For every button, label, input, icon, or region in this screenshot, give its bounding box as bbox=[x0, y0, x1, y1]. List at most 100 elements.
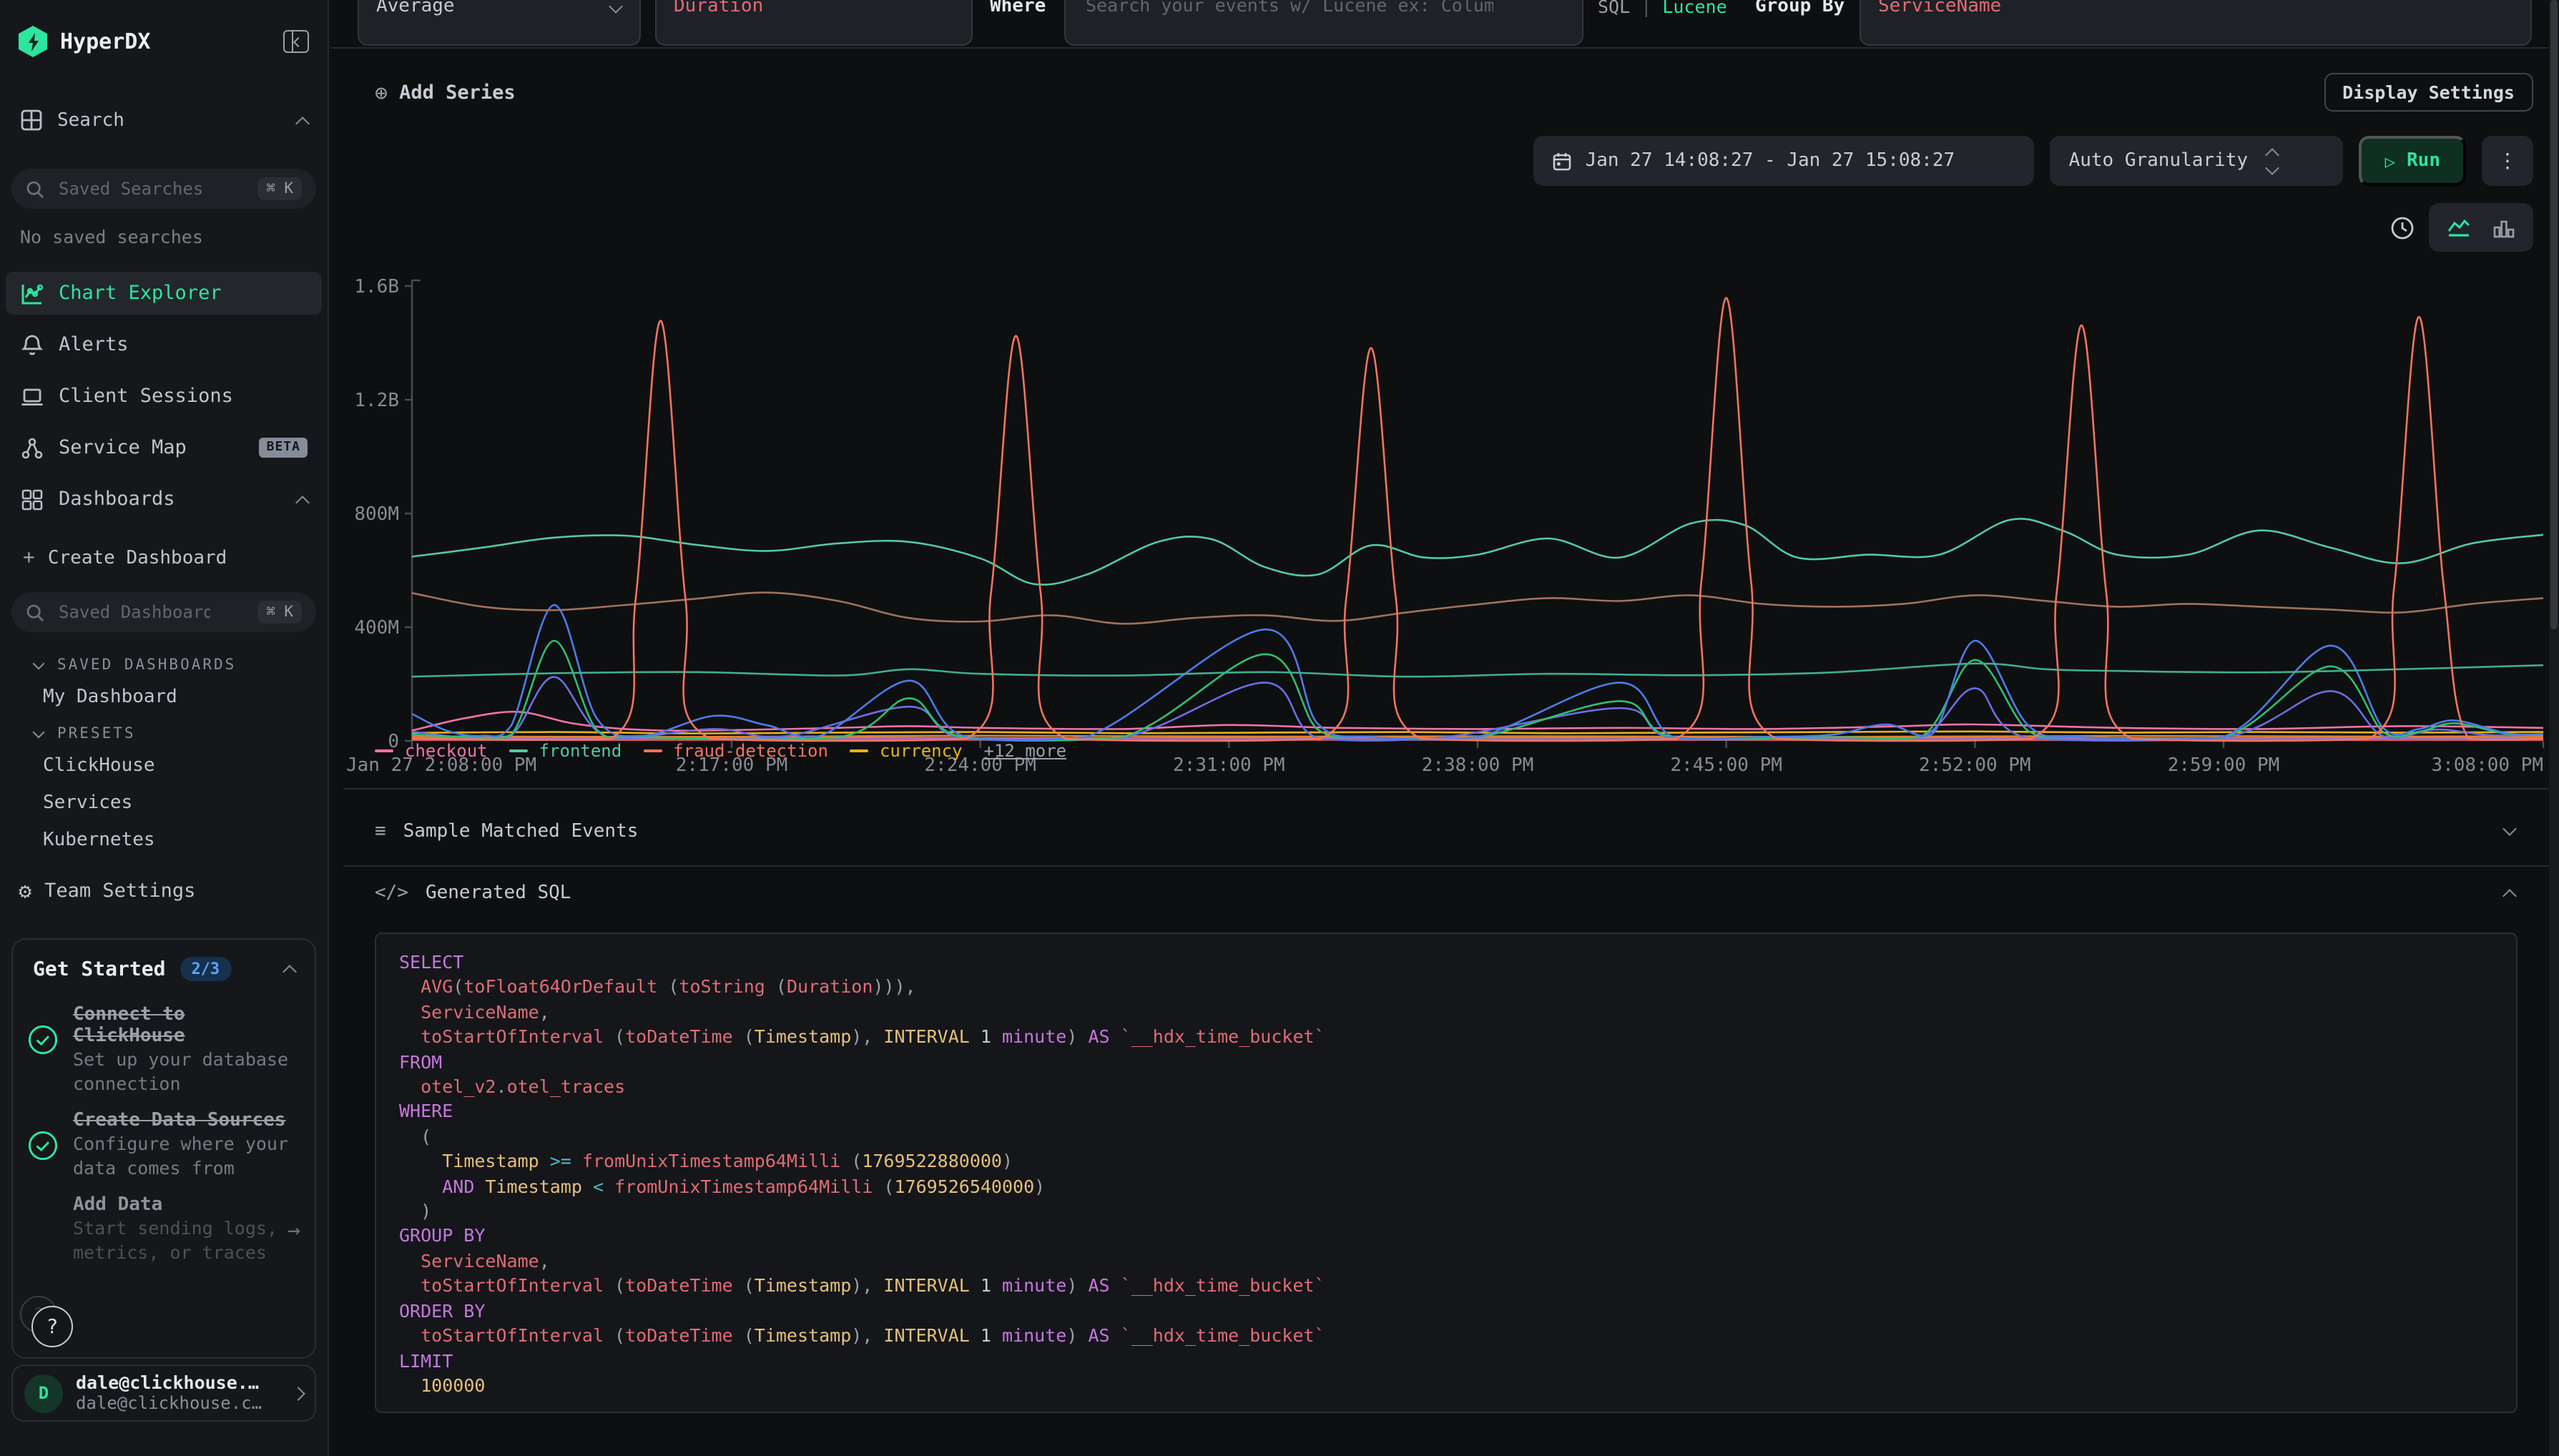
dashboard-item-my-dashboard[interactable]: My Dashboard bbox=[0, 678, 328, 715]
sql-line: Timestamp >= fromUnixTimestamp64Milli (1… bbox=[399, 1149, 2493, 1174]
sql-line: SELECT bbox=[399, 950, 2493, 975]
clock-icon[interactable] bbox=[2390, 215, 2415, 240]
search-icon bbox=[26, 603, 44, 621]
legend-swatch bbox=[643, 749, 662, 753]
sql-line: AND Timestamp < fromUnixTimestamp64Milli… bbox=[399, 1174, 2493, 1199]
generated-sql-code[interactable]: SELECT AVG(toFloat64OrDefault (toString … bbox=[375, 933, 2518, 1413]
check-circle-icon bbox=[27, 1110, 62, 1180]
service-map-icon bbox=[20, 436, 44, 460]
chevron-down-icon bbox=[33, 726, 45, 738]
legend-label: checkout bbox=[405, 741, 488, 761]
aggregation-select[interactable]: Average bbox=[358, 0, 641, 46]
sidebar-item-label: Client Sessions bbox=[59, 385, 233, 408]
no-saved-searches-text: No saved searches bbox=[0, 226, 328, 249]
run-button[interactable]: ▷ Run bbox=[2359, 136, 2466, 186]
query-bar: Average Duration Where SQL | Lucene Grou… bbox=[330, 0, 2559, 49]
step-desc: Start sending logs, metrics, or traces bbox=[73, 1216, 288, 1264]
group-label: PRESETS bbox=[57, 725, 136, 742]
field-input[interactable]: Duration bbox=[655, 0, 973, 46]
chevron-up-icon bbox=[283, 965, 297, 979]
scrollbar[interactable] bbox=[2549, 0, 2559, 1456]
lucene-option[interactable]: Lucene bbox=[1662, 0, 1727, 17]
laptop-icon bbox=[20, 384, 44, 408]
legend-more-link[interactable]: +12 more bbox=[984, 741, 1067, 761]
sidebar-item-search[interactable]: Search bbox=[0, 94, 328, 146]
user-name: dale@clickhouse.… bbox=[76, 1373, 262, 1393]
get-started-header[interactable]: Get Started 2/3 bbox=[13, 940, 315, 990]
series-toolbar: ⊕ Add Series Display Settings bbox=[330, 49, 2559, 134]
get-started-title: Get Started bbox=[33, 958, 165, 980]
granularity-value: Auto Granularity bbox=[2069, 150, 2248, 172]
more-options-button[interactable]: ⋮ bbox=[2482, 136, 2533, 186]
timeseries-chart[interactable]: 0400M800M1.2B1.6BJan 27 2:08:00 PM2:17:0… bbox=[343, 275, 2559, 790]
sidebar-item-service-map[interactable]: Service Map BETA bbox=[6, 426, 322, 469]
add-series-label: Add Series bbox=[399, 82, 516, 104]
saved-dashboards-input[interactable]: ⌘ K bbox=[11, 592, 316, 632]
sql-line: ServiceName, bbox=[399, 1000, 2493, 1025]
calendar-icon bbox=[1553, 151, 1573, 171]
sidebar-item-client-sessions[interactable]: Client Sessions bbox=[6, 375, 322, 418]
sidebar-item-team-settings[interactable]: ⚙ Team Settings bbox=[0, 870, 328, 913]
line-chart-icon[interactable] bbox=[2446, 215, 2472, 240]
generated-sql-section[interactable]: </> Generated SQL bbox=[330, 854, 2559, 931]
legend-item-currency[interactable]: currency bbox=[850, 741, 963, 761]
preset-item-kubernetes[interactable]: Kubernetes bbox=[0, 821, 328, 858]
group-by-input[interactable]: ServiceName bbox=[1860, 0, 2532, 46]
grid-icon bbox=[20, 109, 43, 132]
saved-dashboards-group[interactable]: SAVED DASHBOARDS bbox=[0, 652, 328, 678]
time-controls: Jan 27 14:08:27 - Jan 27 15:08:27 Auto G… bbox=[1534, 136, 2533, 186]
get-started-step-2[interactable]: Create Data Sources Configure where your… bbox=[27, 1110, 300, 1180]
add-series-button[interactable]: ⊕ Add Series bbox=[375, 80, 516, 106]
presets-group[interactable]: PRESETS bbox=[0, 721, 328, 747]
time-range-picker[interactable]: Jan 27 14:08:27 - Jan 27 15:08:27 bbox=[1534, 136, 2035, 186]
sidebar: HyperDX Search ⌘ K No saved searches Cha… bbox=[0, 0, 329, 1456]
chevron-up-icon bbox=[295, 116, 310, 130]
chart-legend: checkout frontend fraud-detection currency +… bbox=[375, 741, 1066, 761]
sidebar-collapse-icon[interactable] bbox=[283, 30, 309, 53]
granularity-select[interactable]: Auto Granularity bbox=[2050, 136, 2344, 186]
avatar: D bbox=[24, 1374, 63, 1412]
sidebar-item-chart-explorer[interactable]: Chart Explorer bbox=[6, 272, 322, 315]
search-query-field[interactable] bbox=[1083, 0, 1496, 17]
sidebar-item-label: Search bbox=[57, 109, 124, 131]
saved-searches-input[interactable]: ⌘ K bbox=[11, 169, 316, 209]
beta-badge: BETA bbox=[260, 438, 308, 458]
divider bbox=[343, 788, 2559, 790]
sidebar-item-dashboards[interactable]: Dashboards bbox=[6, 478, 322, 521]
chevron-up-icon bbox=[2502, 888, 2517, 902]
get-started-step-1[interactable]: Connect to ClickHouse Set up your databa… bbox=[27, 1004, 300, 1096]
search-query-input[interactable] bbox=[1064, 0, 1583, 46]
sidebar-item-label: Service Map bbox=[59, 436, 187, 459]
bar-chart-icon[interactable] bbox=[2492, 215, 2516, 240]
progress-badge: 2/3 bbox=[180, 957, 231, 981]
section-title: Generated SQL bbox=[426, 882, 571, 903]
legend-item-fraud-detection[interactable]: fraud-detection bbox=[643, 741, 828, 761]
legend-swatch bbox=[509, 749, 528, 753]
sidebar-item-label: Team Settings bbox=[44, 880, 195, 902]
sql-line: GROUP BY bbox=[399, 1224, 2493, 1249]
saved-searches-field[interactable] bbox=[56, 177, 213, 200]
scrollbar-thumb[interactable] bbox=[2550, 0, 2558, 629]
where-label: Where bbox=[990, 0, 1046, 17]
help-button[interactable]: ? bbox=[31, 1306, 73, 1347]
get-started-step-3[interactable]: Add Data Start sending logs, metrics, or… bbox=[27, 1194, 300, 1264]
saved-dashboards-field[interactable] bbox=[56, 601, 213, 624]
user-menu[interactable]: D dale@clickhouse.… dale@clickhouse.c… bbox=[11, 1364, 316, 1422]
legend-item-frontend[interactable]: frontend bbox=[509, 741, 622, 761]
step-circle-icon bbox=[27, 1194, 62, 1264]
sql-lucene-toggle[interactable]: SQL | Lucene bbox=[1598, 0, 1727, 17]
preset-item-services[interactable]: Services bbox=[0, 784, 328, 821]
display-settings-button[interactable]: Display Settings bbox=[2324, 73, 2533, 112]
sidebar-item-alerts[interactable]: Alerts bbox=[6, 323, 322, 366]
sql-option[interactable]: SQL bbox=[1598, 0, 1630, 17]
dashboards-icon bbox=[20, 487, 44, 511]
legend-label: currency bbox=[880, 741, 963, 761]
sql-line: WHERE bbox=[399, 1099, 2493, 1124]
create-dashboard-button[interactable]: + Create Dashboard bbox=[0, 538, 328, 578]
legend-item-checkout[interactable]: checkout bbox=[375, 741, 488, 761]
svg-text:400M: 400M bbox=[354, 617, 399, 639]
chevron-up-icon bbox=[295, 495, 310, 509]
svg-text:3:08:00 PM: 3:08:00 PM bbox=[2431, 754, 2543, 776]
sql-line: ORDER BY bbox=[399, 1298, 2493, 1323]
preset-item-clickhouse[interactable]: ClickHouse bbox=[0, 747, 328, 784]
